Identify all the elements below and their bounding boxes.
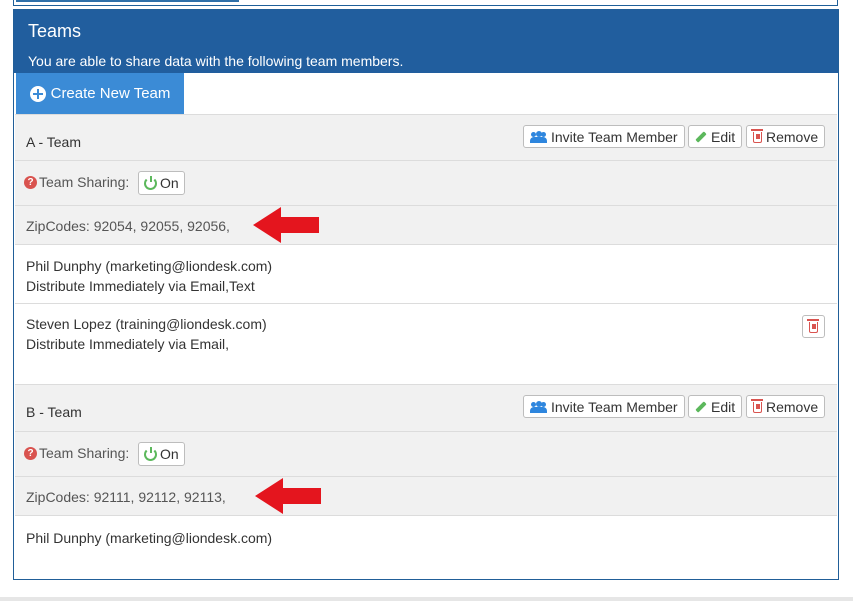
edit-label: Edit [711,128,736,145]
team-sharing-row-b: ? Team Sharing: On [15,432,837,477]
teams-panel: Teams You are able to share data with th… [13,9,839,580]
team-sharing-label: ? Team Sharing: [24,174,129,190]
question-circle-icon[interactable]: ? [24,175,37,189]
plus-circle-icon [29,85,46,102]
team-member-row: Phil Dunphy (marketing@liondesk.com) [15,516,837,562]
invite-team-member-button[interactable]: Invite Team Member [523,125,685,148]
team-member-row: Phil Dunphy (marketing@liondesk.com) Dis… [15,245,837,304]
toggle-label: On [160,175,179,191]
member-name: Phil Dunphy (marketing@liondesk.com) [26,530,273,546]
member-name: Phil Dunphy (marketing@liondesk.com) [26,258,273,274]
red-arrow-annotation [255,478,321,514]
users-icon [530,400,547,413]
invite-label: Invite Team Member [551,128,678,145]
power-icon [144,446,157,461]
panel-header: Teams You are able to share data with th… [14,10,838,73]
team-member-row: Steven Lopez (training@liondesk.com) Dis… [15,304,837,385]
remove-team-button[interactable]: Remove [746,125,826,148]
team-header-b: B - Team Invite Team Member Edit Remove [15,385,837,432]
team-sharing-toggle[interactable]: On [138,442,185,466]
red-arrow-annotation [253,207,319,243]
pencil-icon [695,400,707,413]
member-distribution: Distribute Immediately via Email,Text [26,278,255,294]
panel-subtitle: You are able to share data with the foll… [28,53,404,69]
team-sharing-toggle[interactable]: On [138,171,185,195]
zipcodes-row-a: ZipCodes: 92054, 92055, 92056, [15,206,837,245]
zipcodes-row-b: ZipCodes: 92111, 92112, 92113, [15,477,837,516]
panel-title: Teams [28,21,82,41]
trash-icon [751,129,763,143]
previous-tab-underline [16,0,239,2]
remove-label: Remove [766,128,819,145]
toggle-label: On [160,446,179,462]
edit-label: Edit [711,398,736,415]
zipcodes-text: ZipCodes: 92054, 92055, 92056, [26,218,230,234]
users-icon [530,130,547,143]
remove-label: Remove [766,398,819,415]
team-sharing-row-a: ? Team Sharing: On [15,161,837,206]
trash-icon [751,399,763,413]
member-distribution: Distribute Immediately via Email, [26,336,230,352]
invite-team-member-button[interactable]: Invite Team Member [523,395,685,418]
member-name: Steven Lopez (training@liondesk.com) [26,316,267,332]
pencil-icon [695,130,707,143]
team-name: B - Team [26,404,82,420]
edit-team-button[interactable]: Edit [688,125,743,148]
bottom-strip [0,597,853,601]
top-strip [0,0,853,8]
invite-label: Invite Team Member [551,398,678,415]
edit-team-button[interactable]: Edit [688,395,743,418]
create-new-team-button[interactable]: Create New Team [16,73,184,114]
team-header-a: A - Team Invite Team Member Edit Remove [15,114,837,161]
question-circle-icon[interactable]: ? [24,446,37,460]
remove-team-button[interactable]: Remove [746,395,826,418]
power-icon [144,175,157,190]
create-new-team-label: Create New Team [50,85,171,102]
remove-member-button[interactable] [802,315,825,338]
zipcodes-text: ZipCodes: 92111, 92112, 92113, [26,489,226,505]
team-sharing-label: ? Team Sharing: [24,445,129,461]
team-name: A - Team [26,134,81,150]
trash-icon [807,319,819,333]
